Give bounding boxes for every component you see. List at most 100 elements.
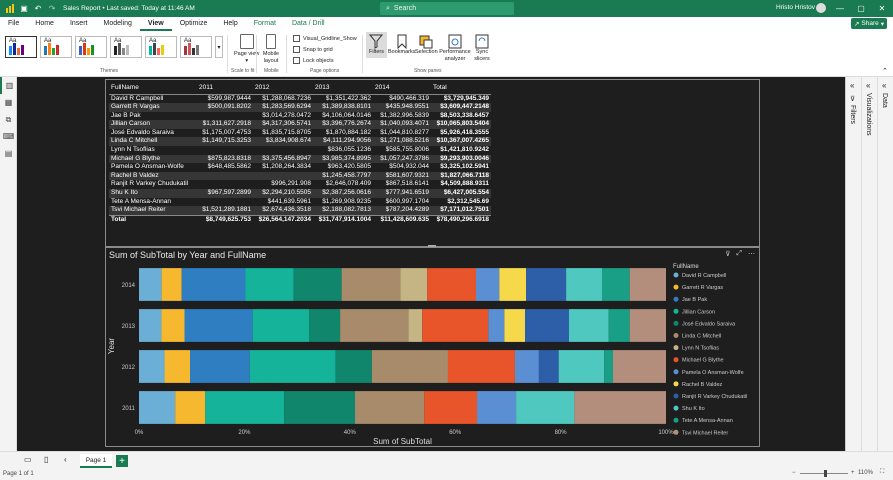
undo-icon[interactable]: ↶: [31, 2, 45, 16]
visualizations-pane-collapsed[interactable]: « Visualizations: [863, 77, 878, 451]
legend-item[interactable]: Jillian Carson: [682, 309, 715, 315]
bar-segment[interactable]: [612, 350, 666, 383]
bar-segment[interactable]: [184, 309, 253, 342]
zoom-in-icon[interactable]: +: [851, 470, 855, 476]
dax-query-view-icon[interactable]: ⌨: [0, 128, 17, 145]
matrix-visual[interactable]: FullName 2011 2012 2013 2014 Total David…: [105, 79, 760, 248]
legend-swatch[interactable]: [673, 308, 679, 314]
legend-swatch[interactable]: [673, 417, 679, 423]
stacked-bar-chart-visual[interactable]: Sum of SubTotal by Year and FullName ⊽ ⤢…: [105, 247, 760, 447]
bar-segment[interactable]: [245, 268, 294, 301]
report-view-icon[interactable]: ▥: [0, 77, 17, 94]
theme-swatch-6[interactable]: Aa: [180, 36, 212, 58]
legend-swatch[interactable]: [673, 393, 679, 399]
bar-segment[interactable]: [309, 309, 341, 342]
legend-item[interactable]: José Edvaldo Saraiva: [682, 321, 736, 327]
tmdl-view-icon[interactable]: ▤: [0, 145, 17, 162]
legend-item[interactable]: Lynn N Tsoflias: [682, 346, 719, 352]
bar-segment[interactable]: [629, 268, 666, 301]
legend-swatch[interactable]: [673, 296, 679, 302]
bar-segment[interactable]: [252, 309, 310, 342]
bar-segment[interactable]: [488, 309, 505, 342]
bar-segment[interactable]: [139, 391, 176, 424]
bar-segment[interactable]: [629, 309, 666, 342]
bar-segment[interactable]: [566, 268, 602, 301]
table-row[interactable]: Jae B Pak $3,014,278.0472 $4,106,064.0146 $…: [109, 112, 491, 121]
bar-segment[interactable]: [371, 350, 448, 383]
header-total[interactable]: Total: [431, 81, 491, 95]
table-row[interactable]: David R Campbell $599,987.9444 $1,288,068.…: [109, 94, 491, 103]
legend-item[interactable]: Rachel B Valdez: [682, 382, 723, 388]
menu-modeling[interactable]: Modeling: [95, 17, 139, 31]
bar-segment[interactable]: [164, 350, 191, 383]
bar-segment[interactable]: [139, 309, 162, 342]
filters-pane-button[interactable]: Filters: [366, 32, 387, 58]
table-row[interactable]: Lynn N Tsoflias $836,055.1236 $585,755.800…: [109, 146, 491, 155]
page-tab-1[interactable]: Page 1: [80, 454, 112, 468]
expand-visualizations-icon[interactable]: «: [866, 81, 870, 90]
legend-item[interactable]: Tete A Mensa-Annan: [682, 418, 733, 424]
bar-segment[interactable]: [341, 268, 401, 301]
bar-segment[interactable]: [293, 268, 342, 301]
legend-swatch[interactable]: [673, 381, 679, 387]
bar-segment[interactable]: [558, 350, 605, 383]
legend-item[interactable]: Garrett R Vargas: [682, 285, 723, 291]
bar-segment[interactable]: [408, 309, 423, 342]
model-view-icon[interactable]: ⧉: [0, 111, 17, 128]
avatar[interactable]: [816, 3, 826, 13]
table-row[interactable]: Rachel B Valdez $1,245,458.7797 $581,607.9…: [109, 171, 491, 181]
header-fullname[interactable]: FullName: [109, 81, 197, 95]
previous-page-icon[interactable]: ‹: [64, 455, 67, 464]
legend-swatch[interactable]: [673, 369, 679, 375]
bar-segment[interactable]: [249, 350, 336, 383]
bar-segment[interactable]: [427, 268, 477, 301]
legend-swatch[interactable]: [673, 272, 679, 278]
bar-segment[interactable]: [424, 391, 478, 424]
minimize-button[interactable]: —: [829, 0, 851, 17]
legend-item[interactable]: David R Campbell: [682, 273, 726, 279]
theme-swatch-4[interactable]: Aa: [110, 36, 142, 58]
bar-segment[interactable]: [538, 350, 559, 383]
bar-segment[interactable]: [400, 268, 428, 301]
bar-segment[interactable]: [525, 309, 569, 342]
bar-segment[interactable]: [447, 350, 515, 383]
bar-segment[interactable]: [355, 391, 425, 424]
menu-format[interactable]: Format: [246, 17, 284, 31]
bar-segment[interactable]: [422, 309, 489, 342]
expand-filters-icon[interactable]: «: [850, 81, 854, 90]
bar-segment[interactable]: [568, 309, 609, 342]
mobile-view-icon[interactable]: ▯: [44, 455, 48, 464]
maximize-button[interactable]: ▢: [850, 0, 872, 17]
table-row[interactable]: Michael G Blythe $875,823.8318 $3,375,456.…: [109, 154, 491, 164]
legend-item[interactable]: Ranjit R Varkey Chudukatil: [682, 394, 747, 400]
legend-item[interactable]: Michael G Blythe: [682, 358, 724, 364]
add-page-button[interactable]: +: [116, 455, 128, 467]
menu-help[interactable]: Help: [215, 17, 245, 31]
redo-icon[interactable]: ↷: [45, 2, 59, 16]
menu-insert[interactable]: Insert: [62, 17, 96, 31]
sync-slicers-button[interactable]: Sync slicers: [472, 34, 492, 62]
bar-segment[interactable]: [139, 350, 165, 383]
bar-segment[interactable]: [514, 350, 539, 383]
header-2012[interactable]: 2012: [253, 81, 313, 95]
bar-segment[interactable]: [604, 350, 613, 383]
collapse-ribbon-icon[interactable]: ⌃: [882, 67, 888, 75]
menu-view[interactable]: View: [139, 17, 172, 31]
table-row[interactable]: Garrett R Vargas $500,091.8202 $1,283,569.…: [109, 103, 491, 112]
legend-item[interactable]: Pamela O Ansman-Wolfe: [682, 370, 744, 376]
table-row[interactable]: Ranjit R Varkey Chudukatil $996,291.908 $2…: [109, 180, 491, 189]
share-button[interactable]: ↗ Share ▾: [851, 18, 887, 29]
zoom-slider[interactable]: [800, 470, 848, 477]
search-box[interactable]: ⌕ Search: [380, 2, 514, 15]
table-row[interactable]: Jillian Carson $1,311,627.2918 $4,317,306.…: [109, 120, 491, 129]
bar-segment[interactable]: [574, 391, 666, 424]
selection-pane-button[interactable]: Selection: [415, 34, 438, 56]
table-row[interactable]: José Edvaldo Saraiva $1,175,007.4753 $1,83…: [109, 129, 491, 138]
bar-segment[interactable]: [175, 391, 206, 424]
expand-data-icon[interactable]: «: [882, 81, 886, 90]
themes-scroll[interactable]: ▾: [215, 36, 223, 58]
header-2013[interactable]: 2013: [313, 81, 373, 95]
bar-segment[interactable]: [499, 268, 527, 301]
theme-swatch-5[interactable]: Aa: [145, 36, 177, 58]
legend-swatch[interactable]: [673, 345, 679, 351]
